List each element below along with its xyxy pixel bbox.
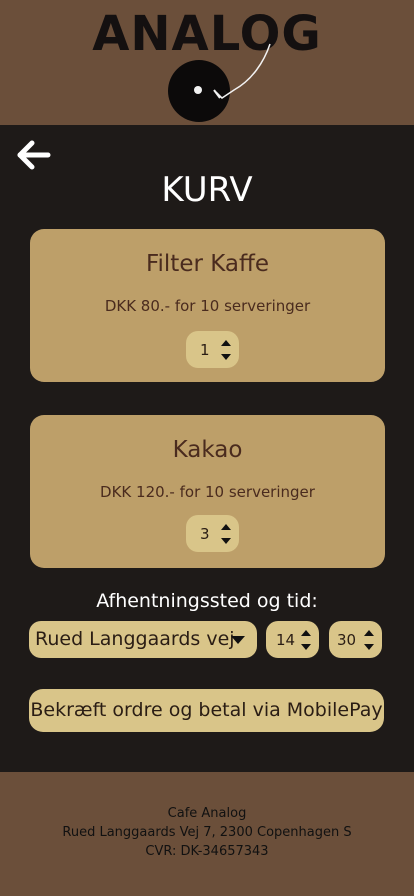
chevron-up-icon[interactable] — [301, 630, 311, 636]
chevron-down-icon[interactable] — [221, 354, 231, 360]
quantity-stepper[interactable]: 3 — [186, 515, 239, 552]
stepper-arrows-icon[interactable] — [221, 338, 231, 362]
pickup-hour-value: 14 — [276, 631, 296, 649]
cart-item-description: DKK 80.- for 10 serveringer — [104, 297, 311, 315]
stepper-arrows-icon[interactable] — [301, 628, 311, 652]
main-content: KURV Filter Kaffe DKK 80.- for 10 server… — [0, 125, 414, 772]
confirm-order-button[interactable]: Bekræft ordre og betal via MobilePay — [29, 689, 384, 732]
pickup-hour-stepper[interactable]: 14 — [266, 621, 319, 658]
footer-address: Rued Langgaards Vej 7, 2300 Copenhagen S — [62, 825, 352, 840]
site-header: ANALOG — [0, 0, 414, 125]
page-title: KURV — [161, 170, 253, 210]
chevron-down-icon[interactable] — [364, 644, 374, 650]
cart-item-description: DKK 120.- for 10 serveringer — [100, 483, 315, 501]
cart-item-name: Kakao — [172, 437, 243, 463]
quantity-value: 3 — [200, 525, 210, 543]
chevron-up-icon[interactable] — [364, 630, 374, 636]
pickup-minute-value: 30 — [337, 631, 357, 649]
chevron-down-icon[interactable] — [301, 644, 311, 650]
quantity-stepper[interactable]: 1 — [186, 331, 239, 368]
pickup-label: Afhentningssted og tid: — [96, 590, 318, 612]
chevron-down-icon[interactable] — [231, 636, 245, 644]
footer-cvr: CVR: DK-34657343 — [145, 844, 269, 859]
pickup-minute-stepper[interactable]: 30 — [329, 621, 382, 658]
stepper-arrows-icon[interactable] — [221, 522, 231, 546]
cart-item-card: Filter Kaffe DKK 80.- for 10 serveringer… — [30, 229, 385, 382]
tonearm-icon — [213, 43, 271, 99]
stepper-arrows-icon[interactable] — [364, 628, 374, 652]
chevron-up-icon[interactable] — [221, 340, 231, 346]
arrow-left-icon[interactable] — [16, 139, 52, 171]
cart-item-name: Filter Kaffe — [145, 251, 270, 277]
pickup-location-select[interactable]: Rued Langgaards vej — [29, 621, 257, 658]
chevron-down-icon[interactable] — [221, 538, 231, 544]
site-footer: Cafe Analog Rued Langgaards Vej 7, 2300 … — [0, 772, 414, 896]
quantity-value: 1 — [200, 341, 210, 359]
cart-item-card: Kakao DKK 120.- for 10 serveringer 3 — [30, 415, 385, 568]
pickup-location-value: Rued Langgaards vej — [35, 628, 235, 650]
footer-cafe-name: Cafe Analog — [167, 806, 247, 821]
chevron-up-icon[interactable] — [221, 524, 231, 530]
